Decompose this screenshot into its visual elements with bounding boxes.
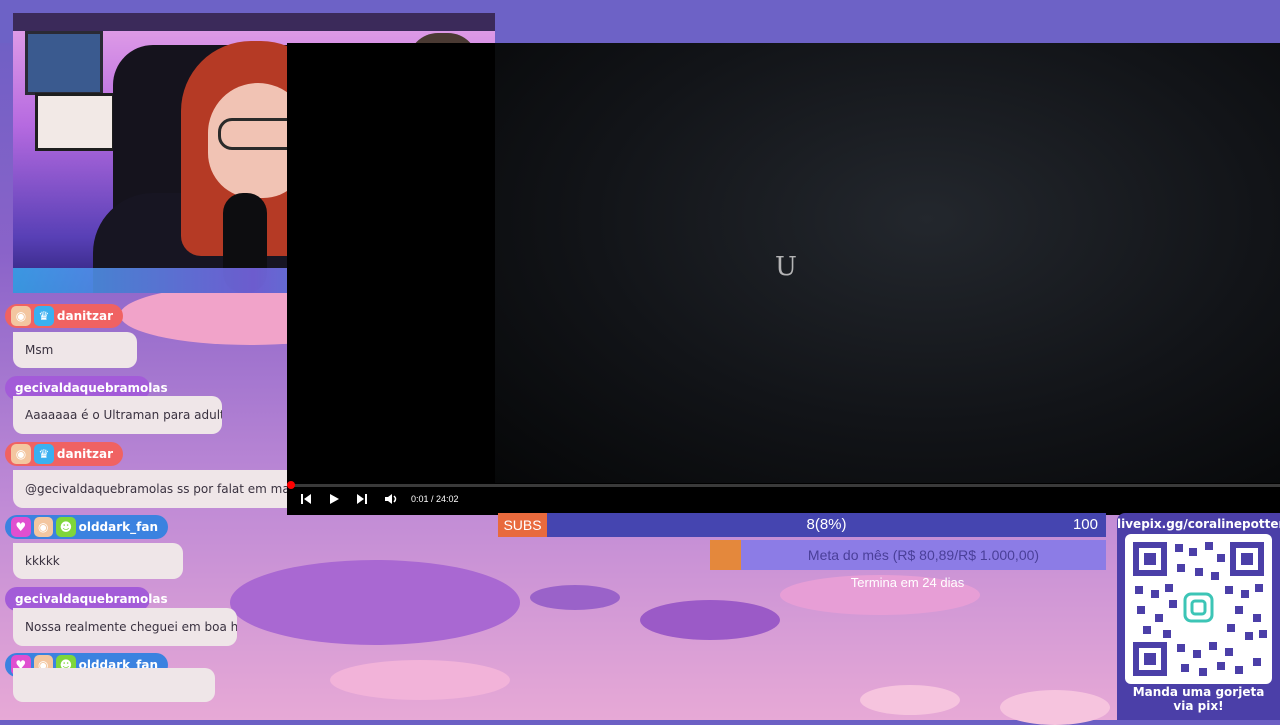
volume-icon[interactable] [384, 492, 400, 511]
chat-badge-emote-icon: ◉ [11, 306, 31, 326]
chat-bubble: Aaaaaaa é o Ultraman para adultos [13, 396, 222, 434]
chat-username: gecivaldaquebramolas [15, 592, 168, 606]
chat-badge-heart-icon: ♥ [11, 517, 31, 537]
webcam-shelf [13, 13, 495, 31]
chat-bubble: Nossa realmente cheguei em boa hora [13, 608, 237, 646]
chat-username: danitzar [56, 309, 113, 323]
chat-username: gecivaldaquebramolas [15, 381, 168, 395]
chat-bubble: kkkkk [13, 543, 183, 579]
chat-username: danitzar [56, 447, 113, 461]
chat-username: olddark_fan [78, 520, 158, 534]
subs-progress-bar: 8(8%) 100 [547, 513, 1106, 537]
webcam-poster [25, 31, 103, 95]
cloud-decoration [640, 600, 780, 640]
pix-panel: livepix.gg/coralinepotter Manda uma gorj… [1117, 513, 1280, 720]
pix-qr-code[interactable] [1125, 534, 1272, 684]
webcam-picture-frame [35, 93, 115, 151]
chat-username-pill[interactable]: ♥ ◉ ☻ olddark_fan [5, 515, 168, 539]
meta-deadline: Termina em 24 dias [850, 575, 965, 590]
video-time: 0:01 / 24:02 [411, 494, 459, 504]
chat-badge-crown-icon: ♛ [33, 444, 54, 464]
subs-count: 8(8%) [806, 516, 847, 533]
chat-bubble: @gecivaldaquebramolas ss por falat em ma… [13, 470, 287, 508]
cloud-decoration [530, 585, 620, 610]
meta-progress-bar: Meta do mês (R$ 80,89/R$ 1.000,00) [741, 540, 1106, 570]
video-progress-bar[interactable] [291, 484, 1280, 487]
chat-badge-cat-icon: ☻ [56, 517, 76, 537]
chat-badge-emote-icon: ◉ [11, 444, 31, 464]
video-frame [495, 43, 1280, 483]
chat-username-pill[interactable]: ◉ ♛ danitzar [5, 442, 123, 466]
chat-badge-emote-icon: ◉ [33, 517, 54, 537]
play-icon[interactable] [327, 492, 341, 511]
cloud-decoration [230, 560, 520, 645]
pix-call-to-action: Manda uma gorjeta via pix! [1132, 685, 1265, 713]
chat-badge-crown-icon: ♛ [33, 306, 54, 326]
previous-icon[interactable] [299, 492, 313, 511]
chat-bubble: Msm [13, 332, 137, 368]
subs-goal: 100 [1072, 516, 1098, 533]
cloud-decoration [330, 660, 510, 700]
cloud-decoration [860, 685, 960, 715]
video-glyph: U [775, 252, 797, 282]
chat-username-pill[interactable]: ◉ ♛ danitzar [5, 304, 123, 328]
video-progress-knob[interactable] [287, 481, 295, 489]
subs-label: SUBS [498, 513, 547, 537]
meta-progress-fill [710, 540, 741, 570]
pix-url[interactable]: livepix.gg/coralinepotter [1117, 517, 1280, 531]
next-icon[interactable] [355, 492, 369, 511]
chat-bubble [13, 668, 215, 702]
